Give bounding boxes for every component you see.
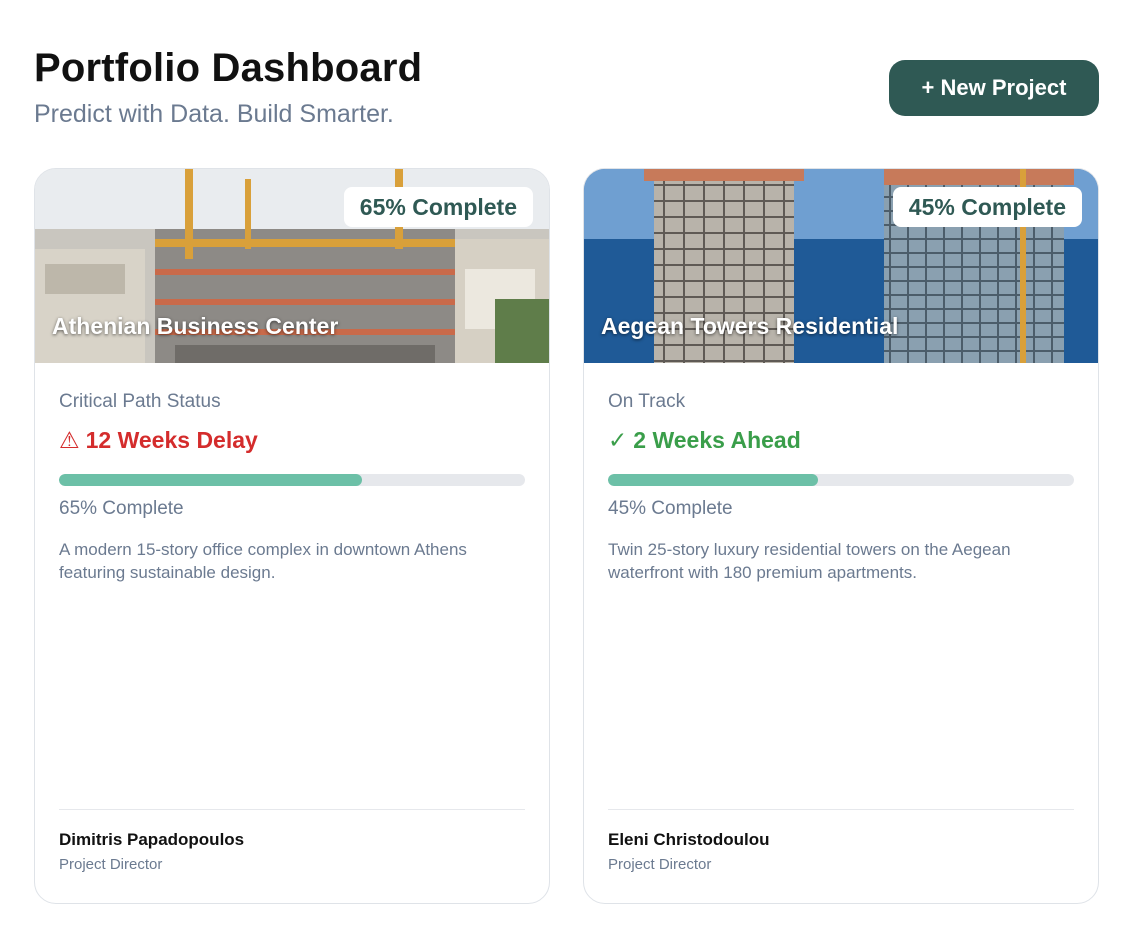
status-text: 2 Weeks Ahead	[633, 427, 801, 453]
page-title: Portfolio Dashboard	[34, 46, 423, 90]
status-text: 12 Weeks Delay	[85, 427, 258, 453]
project-description: A modern 15-story office complex in down…	[59, 540, 467, 582]
person-role: Project Director	[59, 856, 163, 873]
person-name: Dimitris Papadopoulos	[59, 830, 245, 849]
progress-text: 45% Complete	[608, 498, 733, 519]
progress-fill	[59, 474, 362, 486]
progress-bar	[59, 474, 525, 486]
progress-fill	[608, 474, 818, 486]
project-card[interactable]: 65% Complete Athenian Business Center Cr…	[34, 168, 550, 904]
project-image: 45% Complete Aegean Towers Residential	[584, 169, 1098, 363]
person-role: Project Director	[608, 856, 712, 873]
progress-text: 65% Complete	[59, 498, 184, 519]
card-footer: Eleni Christodoulou Project Director	[608, 809, 1074, 873]
card-footer: Dimitris Papadopoulos Project Director	[59, 809, 525, 873]
warning-icon: ⚠	[59, 427, 80, 453]
card-body: Critical Path Status ⚠ 12 Weeks Delay 65…	[59, 391, 525, 584]
project-name: Aegean Towers Residential	[601, 313, 899, 339]
checkmark-icon: ✓	[608, 427, 628, 453]
status-value: ⚠ 12 Weeks Delay	[59, 427, 525, 454]
project-description: Twin 25-story luxury residential towers …	[608, 540, 1011, 582]
status-label: On Track	[608, 391, 686, 412]
card-body: On Track ✓ 2 Weeks Ahead 45% Complete Tw…	[608, 391, 1074, 584]
page-subtitle: Predict with Data. Build Smarter.	[34, 100, 394, 128]
status-label: Critical Path Status	[59, 391, 221, 412]
project-name: Athenian Business Center	[52, 313, 339, 339]
project-card[interactable]: 45% Complete Aegean Towers Residential O…	[583, 168, 1099, 904]
person-name: Eleni Christodoulou	[608, 830, 770, 849]
project-image: 65% Complete Athenian Business Center	[35, 169, 549, 363]
page-header: Portfolio Dashboard Predict with Data. B…	[34, 44, 422, 130]
progress-badge: 45% Complete	[892, 187, 1082, 227]
progress-bar	[608, 474, 1074, 486]
new-project-button[interactable]: + New Project	[889, 60, 1099, 116]
progress-badge: 65% Complete	[343, 187, 533, 227]
status-value: ✓ 2 Weeks Ahead	[608, 427, 1074, 454]
dashboard-page: Portfolio Dashboard Predict with Data. B…	[0, 0, 1134, 944]
